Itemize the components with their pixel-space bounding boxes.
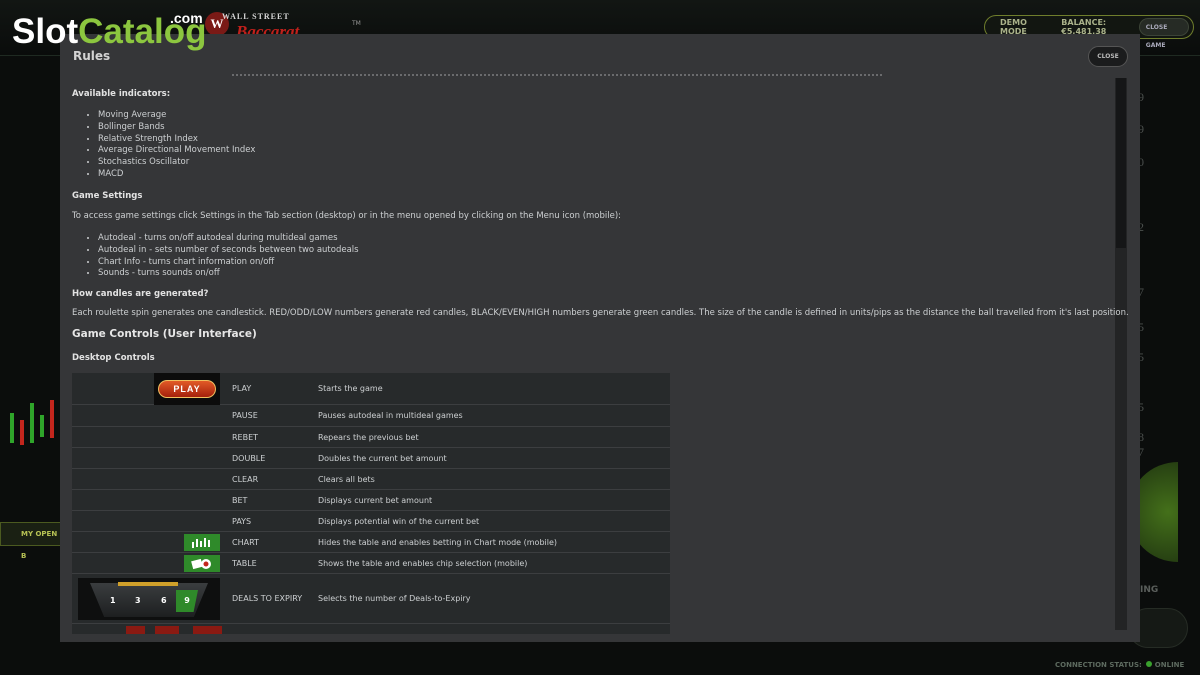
side-label: ING <box>1140 585 1159 595</box>
controls-table: PLAY PLAY Starts the game PAUSE Pauses a… <box>72 373 670 634</box>
my-open-bets-tab[interactable]: MY OPEN B <box>0 522 62 560</box>
candles-text: Each roulette spin generates one candles… <box>72 308 1129 318</box>
control-description: Starts the game <box>318 384 383 393</box>
control-name: TABLE <box>232 558 257 568</box>
candles-heading: How candles are generated? <box>72 289 209 299</box>
game-logo-trademark: TM <box>352 20 361 27</box>
chart-candles <box>10 400 54 445</box>
control-icon-cell <box>72 490 222 510</box>
control-description: Hides the table and enables betting in C… <box>318 537 558 547</box>
indicators-heading: Available indicators: <box>72 89 171 99</box>
partial-icon-image <box>126 626 222 634</box>
table-row: CHART Hides the table and enables bettin… <box>72 532 670 553</box>
expiry-number: 1 <box>110 596 116 605</box>
table-row: REBET Repears the previous bet <box>72 427 670 448</box>
control-icon-cell <box>72 405 222 426</box>
status-dot-icon <box>1145 661 1152 667</box>
list-item: Bollinger Bands <box>98 122 255 134</box>
table-row: BET Displays current bet amount <box>72 490 670 511</box>
control-name: BET <box>232 495 248 505</box>
control-description: Repears the previous bet <box>318 432 419 442</box>
control-description: Pauses autodeal in multideal games <box>318 411 463 420</box>
candle <box>20 420 24 445</box>
table-row: 1 3 6 9 DEALS TO EXPIRY Selects the numb… <box>72 574 670 624</box>
list-item: Sounds - turns sounds on/off <box>98 268 359 280</box>
watermark-com: .com <box>170 10 203 26</box>
list-item: Average Directional Movement Index <box>98 145 255 157</box>
indicators-list: Moving Average Bollinger Bands Relative … <box>84 110 255 181</box>
list-item: MACD <box>98 169 255 181</box>
control-icon-cell <box>72 427 222 447</box>
expiry-number: 3 <box>135 596 141 605</box>
desktop-controls-heading: Desktop Controls <box>72 353 155 363</box>
control-icon-cell: PLAY <box>72 373 222 405</box>
rules-modal: Rules CLOSE Available indicators: Moving… <box>60 34 1140 642</box>
control-description: Displays potential win of the current be… <box>318 516 480 526</box>
candle <box>10 413 14 443</box>
deals-to-expiry-image: 1 3 6 9 <box>78 578 220 620</box>
game-settings-heading: Game Settings <box>72 191 143 201</box>
expiry-number: 6 <box>161 596 167 605</box>
control-description: Doubles the current bet amount <box>318 453 447 463</box>
close-button[interactable]: CLOSE <box>1088 46 1128 67</box>
play-icon: PLAY <box>158 380 216 398</box>
chart-icon <box>184 534 220 551</box>
control-icon-cell <box>72 469 222 489</box>
table-row: CLEAR Clears all bets <box>72 469 670 490</box>
table-row: PAYS Displays potential win of the curre… <box>72 511 670 532</box>
list-item: Autodeal in - sets number of seconds bet… <box>98 245 359 257</box>
control-name: PLAY <box>232 384 252 393</box>
modal-title: Rules <box>73 49 111 63</box>
candle <box>50 400 54 438</box>
list-item: Relative Strength Index <box>98 134 255 146</box>
control-icon-cell <box>72 511 222 531</box>
connection-status-label: CONNECTION STATUS: <box>1055 661 1142 669</box>
clipped-text-line <box>232 74 882 78</box>
game-settings-intro: To access game settings click Settings i… <box>72 211 622 221</box>
candle <box>30 403 34 443</box>
control-icon-cell: 1 3 6 9 <box>72 574 222 623</box>
candle <box>40 415 44 437</box>
connection-status: CONNECTION STATUS: ONLINE <box>1055 661 1184 669</box>
table-row-partial <box>72 624 670 634</box>
control-name: CHART <box>232 537 259 547</box>
control-icon-cell <box>72 553 222 573</box>
game-logo-subtitle: WALL STREET <box>222 12 290 21</box>
control-name: PAUSE <box>232 411 258 420</box>
table-row: PLAY PLAY Starts the game <box>72 373 670 405</box>
table-row: TABLE Shows the table and enables chip s… <box>72 553 670 574</box>
scrollbar-thumb[interactable] <box>1116 78 1126 248</box>
close-game-button[interactable]: CLOSE GAME <box>1138 18 1189 49</box>
list-item: Stochastics Oscillator <box>98 157 255 169</box>
settings-list: Autodeal - turns on/off autodeal during … <box>84 233 359 280</box>
control-description: Selects the number of Deals-to-Expiry <box>318 594 471 603</box>
controls-heading: Game Controls (User Interface) <box>72 328 257 340</box>
control-description: Clears all bets <box>318 474 375 484</box>
control-name: CLEAR <box>232 474 259 484</box>
control-name: DEALS TO EXPIRY <box>232 594 303 603</box>
list-item: Chart Info - turns chart information on/… <box>98 257 359 269</box>
control-icon-cell <box>72 532 222 552</box>
control-name: REBET <box>232 432 259 442</box>
table-row: DOUBLE Doubles the current bet amount <box>72 448 670 469</box>
expiry-selector-highlight <box>118 582 178 586</box>
play-button-image: PLAY <box>154 373 220 405</box>
control-icon-cell <box>72 448 222 468</box>
control-name: PAYS <box>232 516 252 526</box>
list-item: Moving Average <box>98 110 255 122</box>
control-name: DOUBLE <box>232 453 266 463</box>
connection-status-value: ONLINE <box>1154 661 1185 669</box>
control-description: Displays current bet amount <box>318 495 433 505</box>
list-item: Autodeal - turns on/off autodeal during … <box>98 233 359 245</box>
control-description: Shows the table and enables chip selecti… <box>318 558 528 568</box>
table-row: PAUSE Pauses autodeal in multideal games <box>72 405 670 427</box>
table-chips-icon <box>184 555 220 572</box>
